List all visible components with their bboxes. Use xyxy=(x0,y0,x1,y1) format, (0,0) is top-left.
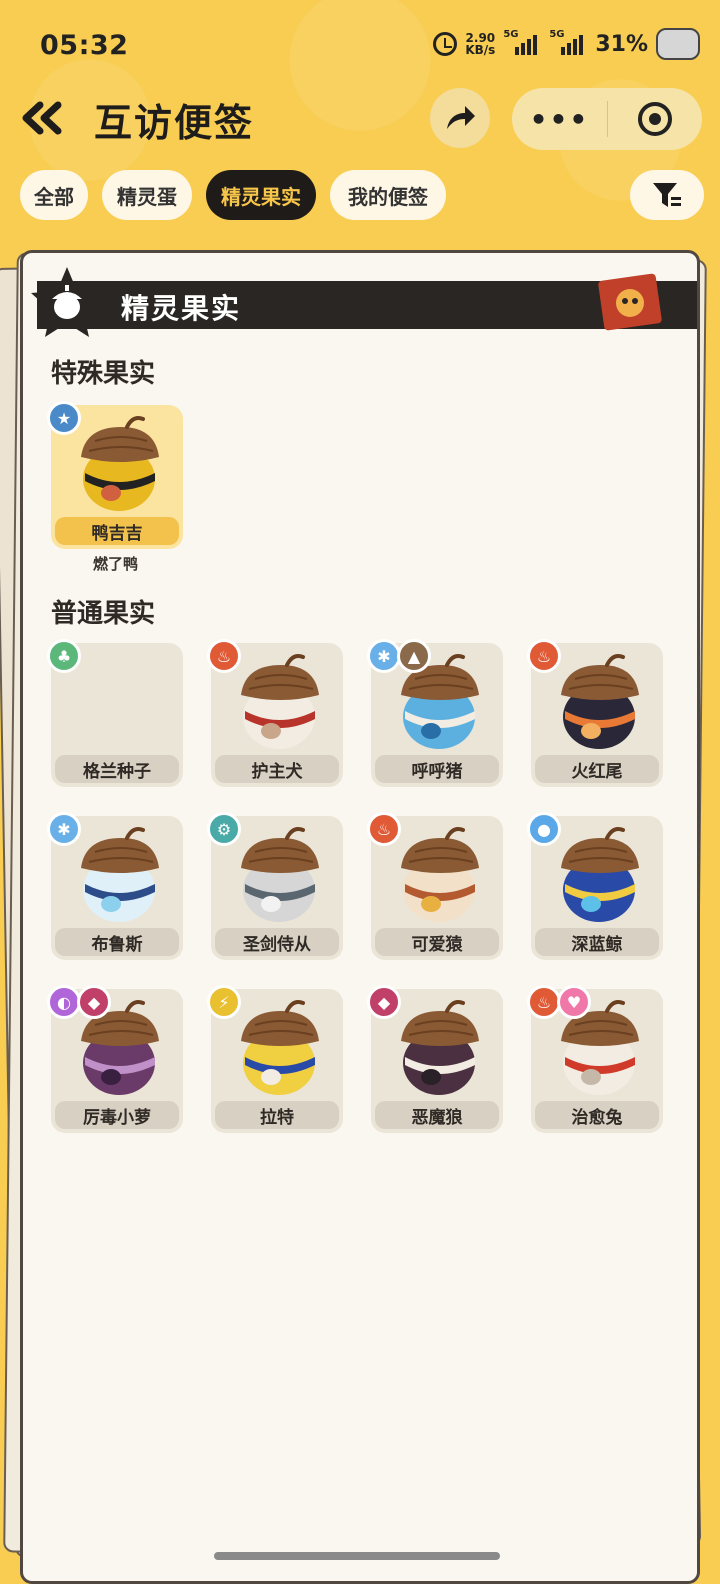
back-button[interactable] xyxy=(18,96,68,140)
more-button[interactable]: ••• xyxy=(512,103,607,136)
acorn-icon xyxy=(81,827,159,922)
tab-eggs[interactable]: 精灵蛋 xyxy=(102,170,192,220)
fire-icon: ♨ xyxy=(527,985,561,1019)
heart-icon: ♥ xyxy=(557,985,591,1019)
acorn-icon xyxy=(81,416,159,511)
fruit-name: 鸭吉吉 xyxy=(55,517,179,545)
fruit-card[interactable]: 护主犬 ♨ xyxy=(207,639,343,787)
tab-my-notes[interactable]: 我的便签 xyxy=(330,170,446,220)
battery-level: 31% xyxy=(595,31,648,57)
demon-icon: ◆ xyxy=(77,985,111,1019)
acorn-icon xyxy=(561,827,639,922)
fruit-card[interactable]: 拉特 ⚡ xyxy=(207,985,343,1133)
acorn-icon xyxy=(241,827,319,922)
fruit-card[interactable]: 厉毒小萝 ◐ ◆ xyxy=(47,985,183,1133)
fruit-card-panel: 精灵果实 特殊果实 鸭吉吉 ★ 燃了鸭 普通果实 格兰种子 ♣ 护主犬 ♨ 呼呼猪 ✱ ▲ 火红尾… xyxy=(20,250,700,1584)
status-bar: 05:32 2.90 KB/s 5G 5G 31% xyxy=(0,0,720,90)
fruit-name: 火红尾 xyxy=(535,755,659,783)
acorn-icon xyxy=(241,1000,319,1095)
fruit-card[interactable]: 格兰种子 ♣ xyxy=(47,639,183,787)
poison-icon: ◐ xyxy=(47,985,81,1019)
snowflake-icon: ✱ xyxy=(47,812,81,846)
mountain-icon: ▲ xyxy=(397,639,431,673)
lightning-icon: ⚡ xyxy=(207,985,241,1019)
fruit-name: 圣剑侍从 xyxy=(215,928,339,956)
special-section-title: 特殊果实 xyxy=(51,359,156,389)
fruit-name: 厉毒小萝 xyxy=(55,1101,179,1129)
fire-icon: ♨ xyxy=(367,812,401,846)
alarm-icon xyxy=(433,32,458,56)
share-arrow-icon xyxy=(447,106,475,129)
fruit-subtitle: 燃了鸭 xyxy=(93,555,139,573)
fruit-name: 可爱猿 xyxy=(375,928,499,956)
tab-fruits[interactable]: 精灵果实 xyxy=(206,170,316,220)
category-tabs: 全部 精灵蛋 精灵果实 我的便签 xyxy=(20,170,446,220)
fruit-name: 拉特 xyxy=(215,1101,339,1129)
fruit-name: 呼呼猪 xyxy=(375,755,499,783)
acorn-star-icon xyxy=(31,267,103,337)
seal-ticket-icon xyxy=(598,273,662,331)
fruit-card[interactable]: 布鲁斯 ✱ xyxy=(47,812,183,960)
acorn-icon xyxy=(561,654,639,749)
fruit-card[interactable]: 呼呼猪 ✱ ▲ xyxy=(367,639,503,787)
acorn-icon xyxy=(401,1000,479,1095)
fruit-name: 布鲁斯 xyxy=(55,928,179,956)
fruit-name: 护主犬 xyxy=(215,755,339,783)
miniprogram-capsule: ••• xyxy=(512,88,702,150)
star-badge-icon: ★ xyxy=(47,401,81,435)
acorn-icon xyxy=(75,651,165,751)
fruit-card[interactable]: 鸭吉吉 ★ xyxy=(47,401,183,549)
leaf-icon: ♣ xyxy=(47,639,81,673)
fruit-name: 恶魔狼 xyxy=(375,1101,499,1129)
battery-icon xyxy=(656,28,700,60)
snowflake-icon: ✱ xyxy=(367,639,401,673)
filter-button[interactable] xyxy=(630,170,704,220)
network-speed: 2.90 KB/s xyxy=(465,31,496,57)
close-miniprogram-button[interactable] xyxy=(608,102,702,136)
share-button[interactable] xyxy=(430,88,490,148)
clock: 05:32 xyxy=(40,30,129,61)
home-indicator[interactable] xyxy=(214,1552,500,1560)
fruit-card[interactable]: 恶魔狼 ◆ xyxy=(367,985,503,1133)
page-title: 互访便签 xyxy=(94,101,255,145)
fruit-card[interactable]: 可爱猿 ♨ xyxy=(367,812,503,960)
banner-title: 精灵果实 xyxy=(121,292,242,325)
signal-icon: 5G xyxy=(503,29,541,55)
water-drop-icon: ● xyxy=(527,812,561,846)
status-icons: 2.90 KB/s 5G 5G 31% xyxy=(433,28,700,60)
normal-section-title: 普通果实 xyxy=(51,599,156,629)
header: 互访便签 ••• xyxy=(0,86,720,152)
fruit-card[interactable]: 圣剑侍从 ⚙ xyxy=(207,812,343,960)
gear-icon: ⚙ xyxy=(207,812,241,846)
double-chevron-left-icon xyxy=(22,101,62,135)
fruit-name: 治愈兔 xyxy=(535,1101,659,1129)
fruit-name: 格兰种子 xyxy=(55,755,179,783)
demon-icon: ◆ xyxy=(367,985,401,1019)
fruit-name: 深蓝鲸 xyxy=(535,928,659,956)
fire-icon: ♨ xyxy=(207,639,241,673)
fruit-card[interactable]: 治愈兔 ♨ ♥ xyxy=(527,985,663,1133)
acorn-icon xyxy=(241,654,319,749)
filter-icon xyxy=(653,183,681,207)
fruit-card[interactable]: 深蓝鲸 ● xyxy=(527,812,663,960)
tab-all[interactable]: 全部 xyxy=(20,170,88,220)
target-icon xyxy=(638,102,672,136)
fire-icon: ♨ xyxy=(527,639,561,673)
signal-icon-2: 5G xyxy=(549,29,587,55)
fruit-card[interactable]: 火红尾 ♨ xyxy=(527,639,663,787)
acorn-icon xyxy=(401,827,479,922)
